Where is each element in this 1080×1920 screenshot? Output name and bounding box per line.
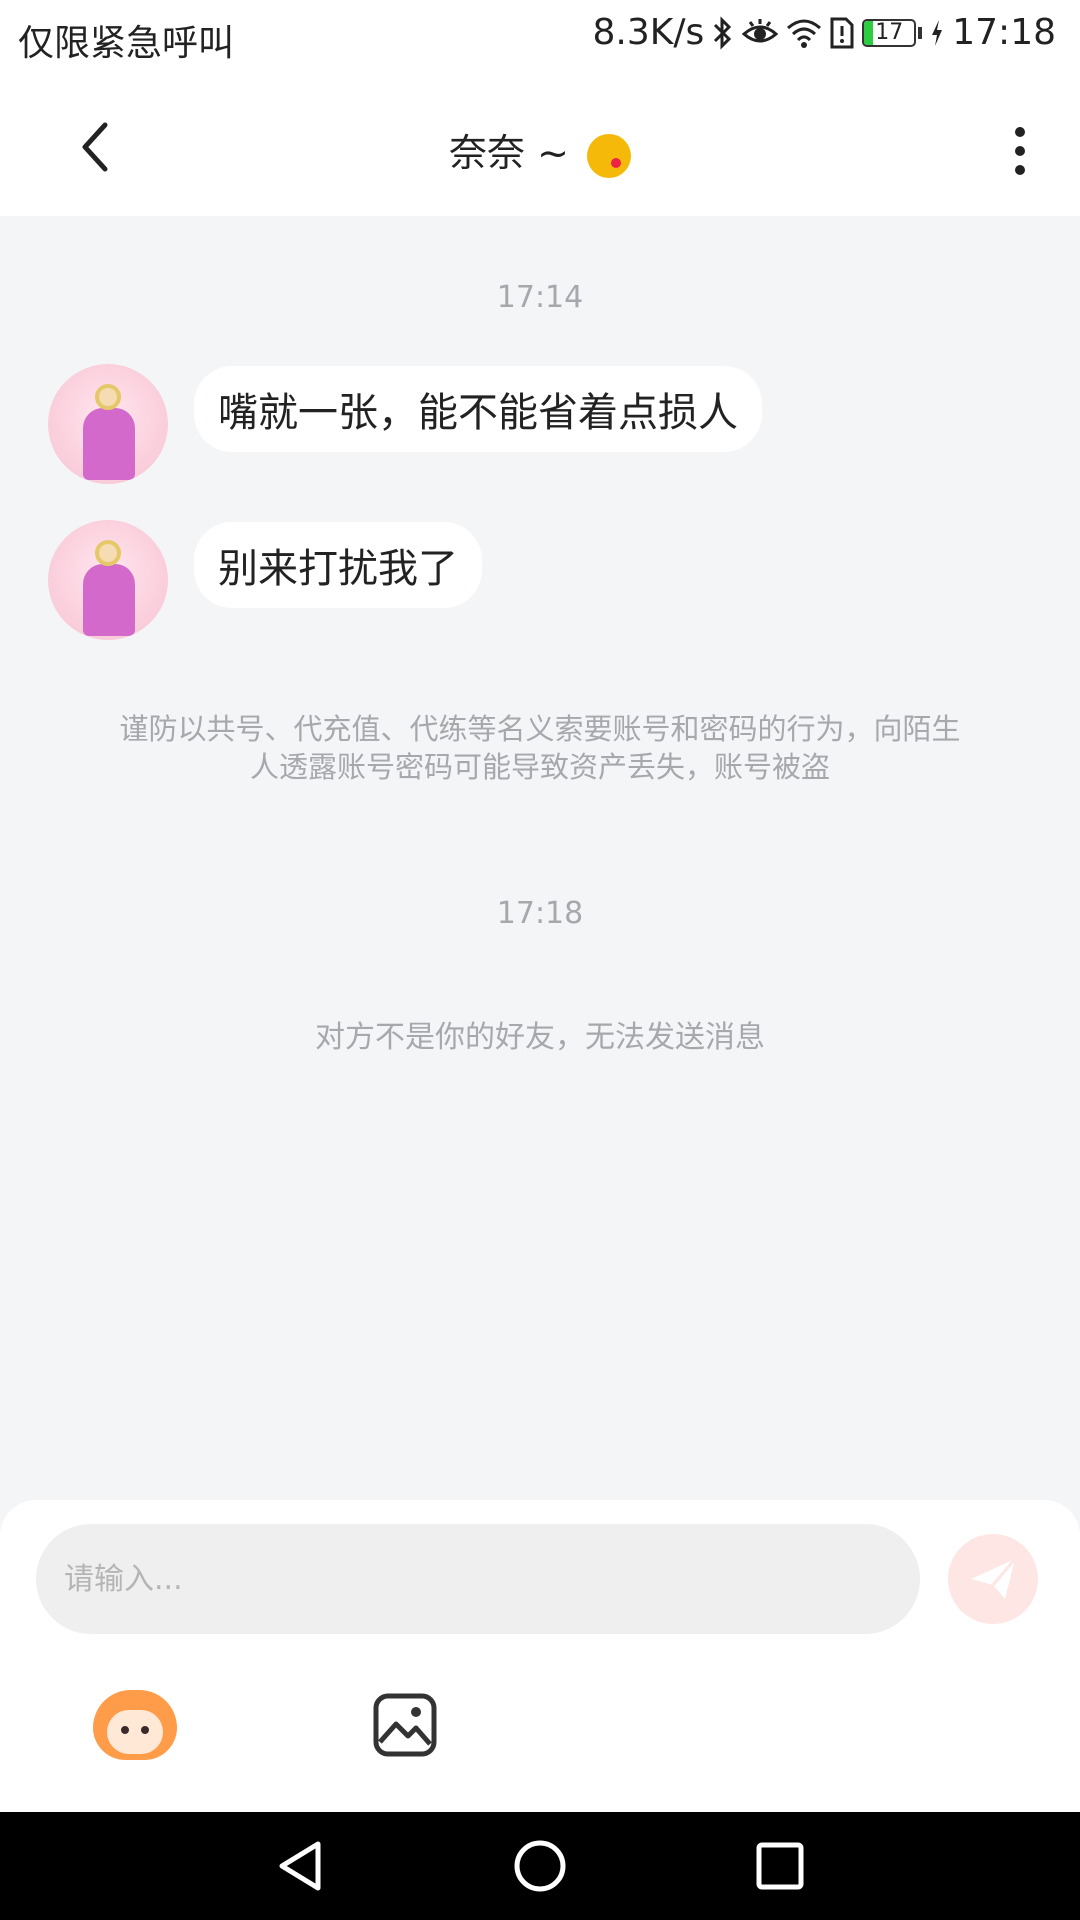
security-notice-line: 谨防以共号、代充值、代练等名义索要账号和密码的行为，向陌生: [119, 712, 961, 746]
security-notice-line: 人透露账号密码可能导致资产丢失，账号被盗: [249, 750, 830, 784]
circle-home-icon: [514, 1840, 566, 1892]
image-button[interactable]: [360, 1680, 450, 1770]
eye-icon: [742, 18, 779, 48]
nav-back-button[interactable]: [264, 1830, 336, 1902]
avatar[interactable]: [48, 520, 168, 640]
wifi-icon: [786, 18, 822, 48]
charging-icon: [930, 19, 944, 47]
message-row: 别来打扰我了: [48, 520, 482, 640]
carrier-label: 仅限紧急呼叫: [18, 23, 235, 64]
message-bubble[interactable]: 别来打扰我了: [194, 522, 482, 608]
avatar[interactable]: [48, 364, 168, 484]
mascot-face: [107, 1710, 163, 1754]
mascot-eye: [121, 1726, 129, 1734]
avatar-figure-head: [95, 384, 121, 410]
more-vertical-icon-dot: [1015, 146, 1025, 156]
more-vertical-icon-dot: [1015, 127, 1025, 137]
mascot-sticker-icon: [93, 1690, 177, 1760]
contact-name: 奈奈 ~: [448, 131, 569, 175]
avatar-figure: [83, 408, 135, 480]
square-recents-icon: [756, 1842, 804, 1890]
send-icon: [971, 1558, 1017, 1599]
message-input[interactable]: [36, 1524, 920, 1634]
sim-alert-icon: [830, 17, 854, 49]
battery-icon: 17: [862, 18, 917, 47]
message-row: 嘴就一张，能不能省着点损人: [48, 364, 762, 484]
status-right: 8.3K/s 17 17:18: [593, 12, 1057, 53]
image-icon: [373, 1693, 437, 1757]
avatar-figure-head: [95, 540, 121, 566]
avatar-figure: [83, 564, 135, 636]
battery-level: 17: [875, 20, 904, 45]
battery-cap: [918, 26, 923, 39]
mascot-sticker-button[interactable]: [90, 1680, 180, 1770]
chat-header: 奈奈 ~: [0, 76, 1080, 216]
status-bar: 仅限紧急呼叫 8.3K/s 17 17:18: [0, 0, 1080, 76]
kissing-face-emoji: [587, 133, 631, 178]
message-bubble[interactable]: 嘴就一张，能不能省着点损人: [194, 366, 762, 452]
network-speed: 8.3K/s: [592, 12, 705, 53]
nav-recents-button[interactable]: [744, 1830, 816, 1902]
chat-area[interactable]: 17:14 嘴就一张，能不能省着点损人 别来打扰我了 谨防以共号、代充值、代练等…: [0, 216, 1080, 1500]
navigation-bar: [0, 1812, 1080, 1920]
bluetooth-icon: [712, 15, 734, 50]
system-message: 对方不是你的好友，无法发送消息: [315, 1020, 765, 1055]
security-notice: 谨防以共号、代充值、代练等名义索要账号和密码的行为，向陌生 人透露账号密码可能导…: [80, 710, 1000, 786]
more-options-button[interactable]: [1000, 116, 1040, 186]
input-area: [0, 1500, 1080, 1812]
triangle-back-icon: [279, 1841, 321, 1891]
chat-title: 奈奈 ~: [0, 122, 1080, 178]
timestamp: 17:18: [496, 896, 584, 931]
mascot-eye: [141, 1726, 149, 1734]
more-vertical-icon-dot: [1015, 165, 1025, 175]
timestamp: 17:14: [496, 280, 584, 315]
send-button[interactable]: [948, 1534, 1038, 1624]
nav-home-button[interactable]: [504, 1830, 576, 1902]
clock: 17:18: [952, 12, 1056, 53]
